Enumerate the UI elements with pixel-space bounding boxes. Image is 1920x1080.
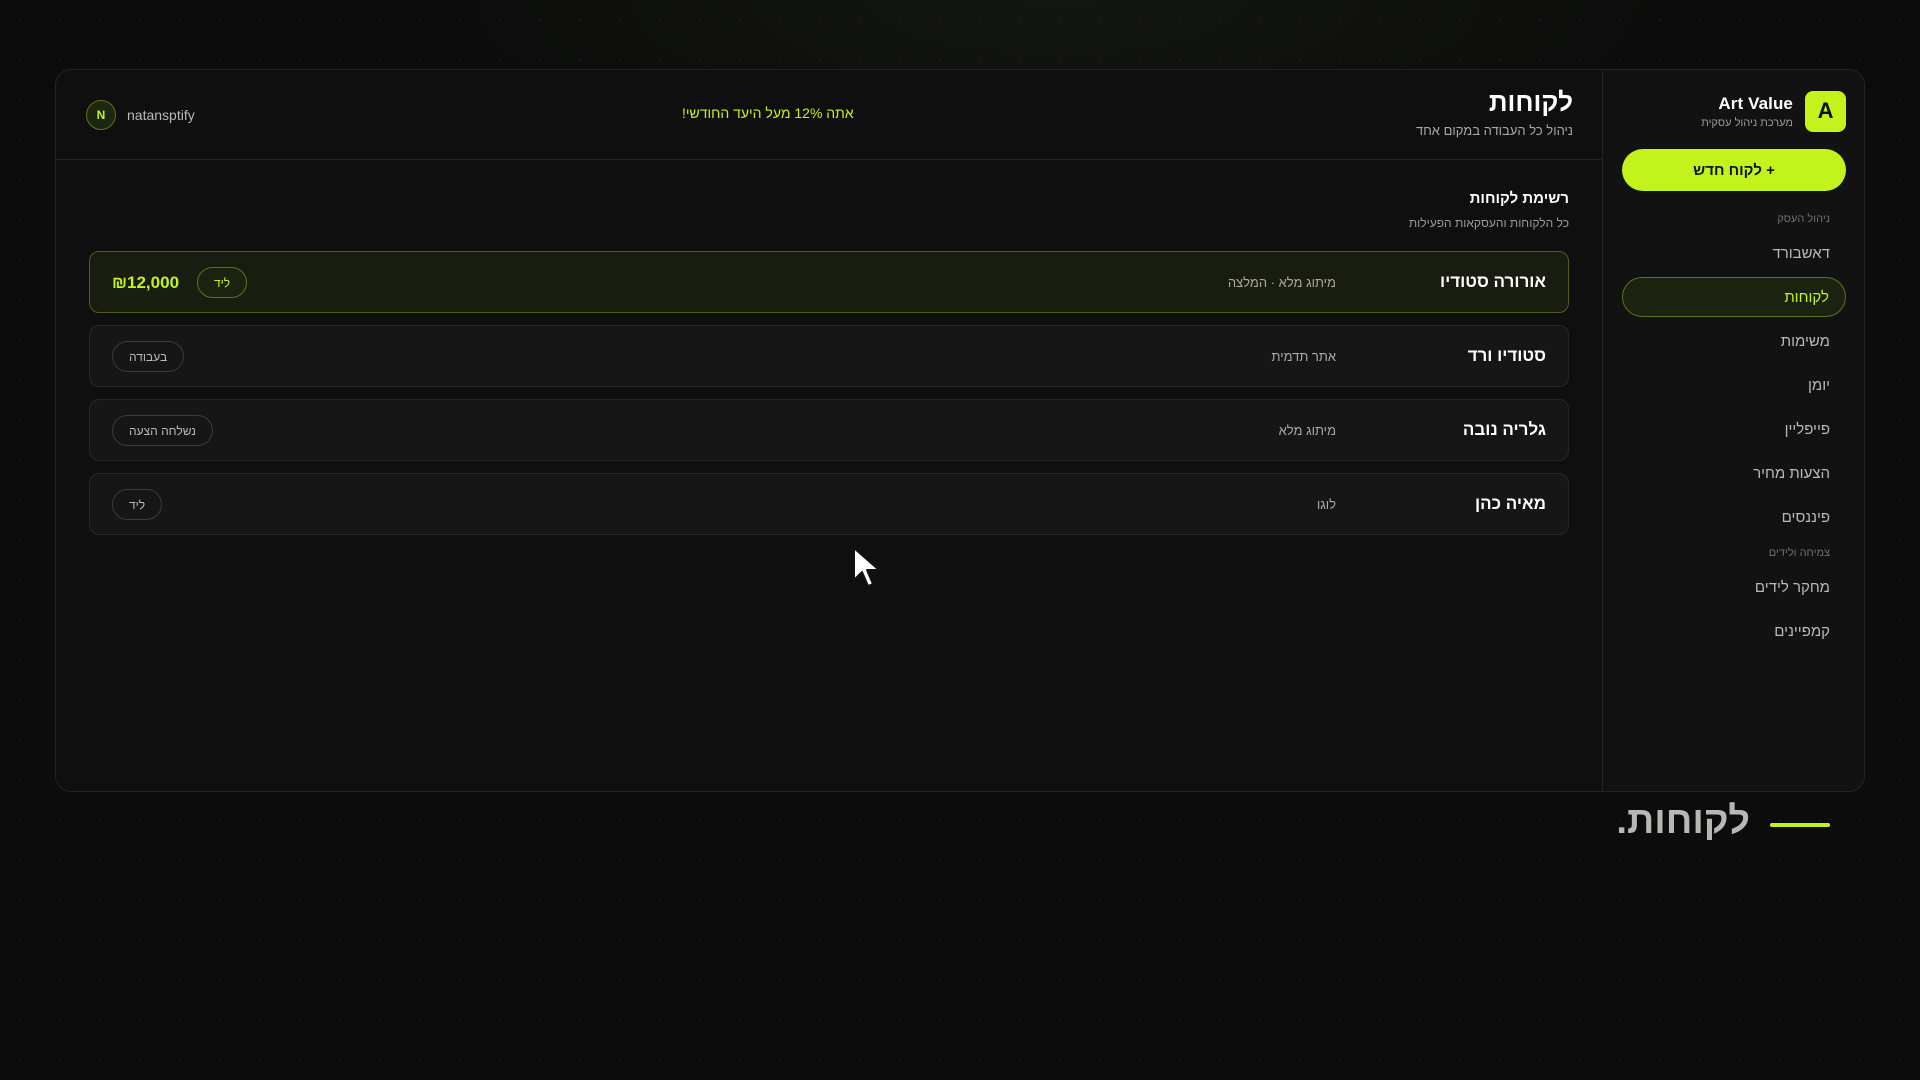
list-subtitle: כל הלקוחות והעסקאות הפעילות: [1408, 216, 1569, 230]
client-list: אורורה סטודיו מיתוג מלא · המלצה ליד ₪12,…: [89, 251, 1569, 535]
client-meta: בעבודה: [112, 341, 185, 372]
page-subtitle: ניהול כל העבודה במקום אחד: [1416, 123, 1573, 138]
brand-subtitle: מערכת ניהול עסקית: [1701, 116, 1793, 129]
client-meta: נשלחה הצעה: [112, 415, 213, 446]
brand-text: Art Value מערכת ניהול עסקית: [1701, 94, 1793, 129]
brand: A Art Value מערכת ניהול עסקית: [1621, 90, 1846, 132]
client-name: גלריה נובה: [1462, 420, 1546, 439]
client-list-section: רשימת לקוחות כל הלקוחות והעסקאות הפעילות…: [56, 160, 1602, 535]
client-row[interactable]: סטודיו ורד אתר תדמית בעבודה: [89, 325, 1569, 387]
sidebar-item-lead-research[interactable]: מחקר לידים: [1622, 567, 1846, 607]
sidebar: A Art Value מערכת ניהול עסקית + לקוח חדש…: [1602, 70, 1864, 791]
sidebar-item-quotes[interactable]: הצעות מחיר: [1622, 453, 1846, 493]
client-row[interactable]: גלריה נובה מיתוג מלא נשלחה הצעה: [89, 399, 1569, 461]
client-name: מאיה כהן: [1475, 494, 1546, 513]
client-service: מיתוג מלא: [1278, 423, 1336, 438]
app-window: A Art Value מערכת ניהול עסקית + לקוח חדש…: [55, 69, 1865, 792]
status-badge: ליד: [197, 267, 248, 298]
sidebar-item-pipeline[interactable]: פייפליין: [1622, 409, 1846, 449]
new-client-button[interactable]: + לקוח חדש: [1622, 149, 1846, 191]
client-name: אורורה סטודיו: [1439, 272, 1546, 291]
brand-name: Art Value: [1718, 93, 1793, 113]
sidebar-item-dashboard[interactable]: דאשבורד: [1622, 233, 1846, 273]
status-badge: נשלחה הצעה: [112, 415, 213, 446]
sidebar-item-tasks[interactable]: משימות: [1622, 321, 1846, 361]
list-title: רשימת לקוחות: [1469, 190, 1569, 207]
caption-accent-line: [1770, 823, 1830, 827]
status-badge: בעבודה: [112, 341, 185, 372]
main-panel: לקוחות ניהול כל העבודה במקום אחד אתה 12%…: [56, 70, 1602, 791]
section-caption: לקוחות.: [1616, 800, 1750, 842]
client-service: אתר תדמית: [1271, 349, 1336, 364]
nav-growth: מחקר לידים קמפיינים: [1621, 567, 1846, 651]
client-meta: ליד ₪12,000: [112, 267, 248, 298]
sidebar-item-campaigns[interactable]: קמפיינים: [1622, 611, 1846, 651]
status-badge: ליד: [112, 489, 163, 520]
mouse-cursor-icon: [853, 547, 880, 587]
page-title: לקוחות: [1488, 87, 1573, 117]
brand-logo: A: [1805, 90, 1846, 132]
avatar[interactable]: N: [86, 100, 116, 130]
sidebar-item-calendar[interactable]: יומן: [1622, 365, 1846, 405]
client-meta: ליד: [112, 489, 163, 520]
section-label-growth: צמיחה ולידים: [1768, 547, 1830, 559]
user-name: natansptify: [127, 107, 195, 123]
client-name: סטודיו ורד: [1467, 346, 1546, 365]
client-row[interactable]: אורורה סטודיו מיתוג מלא · המלצה ליד ₪12,…: [89, 251, 1569, 313]
nav-business: דאשבורד לקוחות משימות יומן פייפליין הצעו…: [1621, 233, 1846, 537]
topbar: לקוחות ניהול כל העבודה במקום אחד אתה 12%…: [56, 70, 1602, 160]
sidebar-item-finance[interactable]: פיננסים: [1622, 497, 1846, 537]
goal-status-note: אתה 12% מעל היעד החודשי!: [682, 105, 854, 121]
client-row[interactable]: מאיה כהן לוגו ליד: [89, 473, 1569, 535]
client-service: מיתוג מלא · המלצה: [1227, 275, 1336, 290]
section-label-business: ניהול העסק: [1777, 213, 1830, 225]
deal-amount: ₪12,000: [112, 272, 180, 292]
sidebar-item-clients[interactable]: לקוחות: [1622, 277, 1846, 317]
client-service: לוגו: [1316, 497, 1336, 512]
user-menu[interactable]: N natansptify: [86, 100, 195, 130]
